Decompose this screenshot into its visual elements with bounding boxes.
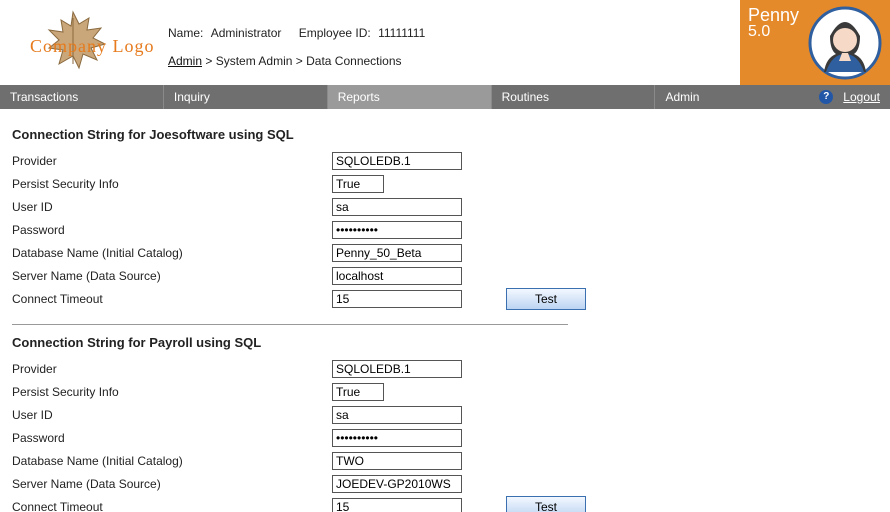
- tab-routines[interactable]: Routines: [492, 85, 656, 109]
- timeout-label: Connect Timeout: [12, 292, 332, 306]
- provider-input[interactable]: [332, 360, 462, 378]
- breadcrumb-sep: >: [205, 54, 212, 68]
- header: Company Logo Name: Administrator Employe…: [0, 0, 890, 85]
- password-label: Password: [12, 223, 332, 237]
- tab-transactions[interactable]: Transactions: [0, 85, 164, 109]
- employee-id-value: 11111111: [378, 26, 425, 40]
- breadcrumb: Admin > System Admin > Data Connections: [168, 54, 439, 68]
- employee-id-label: Employee ID:: [299, 26, 371, 40]
- timeout-label: Connect Timeout: [12, 500, 332, 512]
- name-value: Administrator: [211, 26, 282, 40]
- content: Connection String for Joesoftware using …: [0, 109, 890, 512]
- timeout-input[interactable]: [332, 290, 462, 308]
- server-input[interactable]: [332, 475, 462, 493]
- section-title: Connection String for Joesoftware using …: [12, 127, 878, 142]
- header-info: Name: Administrator Employee ID: 1111111…: [168, 26, 439, 68]
- provider-label: Provider: [12, 362, 332, 376]
- breadcrumb-system-admin: System Admin: [216, 54, 293, 68]
- userid-input[interactable]: [332, 406, 462, 424]
- logout-link[interactable]: Logout: [843, 90, 880, 104]
- userid-input[interactable]: [332, 198, 462, 216]
- breadcrumb-current: Data Connections: [306, 54, 401, 68]
- tab-admin[interactable]: Admin: [655, 85, 819, 109]
- provider-label: Provider: [12, 154, 332, 168]
- name-label: Name:: [168, 26, 203, 40]
- server-label: Server Name (Data Source): [12, 269, 332, 283]
- test-button[interactable]: Test: [506, 496, 586, 512]
- company-logo: Company Logo: [10, 8, 150, 78]
- help-icon[interactable]: ?: [819, 90, 833, 104]
- dbname-label: Database Name (Initial Catalog): [12, 454, 332, 468]
- section-divider: [12, 324, 568, 325]
- psi-input[interactable]: [332, 175, 384, 193]
- dbname-label: Database Name (Initial Catalog): [12, 246, 332, 260]
- server-input[interactable]: [332, 267, 462, 285]
- password-label: Password: [12, 431, 332, 445]
- userid-label: User ID: [12, 200, 332, 214]
- password-input[interactable]: [332, 429, 462, 447]
- psi-label: Persist Security Info: [12, 385, 332, 399]
- connection-section-joesoftware: Connection String for Joesoftware using …: [12, 127, 878, 310]
- avatar-icon: [808, 6, 882, 80]
- test-button[interactable]: Test: [506, 288, 586, 310]
- dbname-input[interactable]: [332, 244, 462, 262]
- breadcrumb-admin[interactable]: Admin: [168, 54, 202, 68]
- userid-label: User ID: [12, 408, 332, 422]
- psi-input[interactable]: [332, 383, 384, 401]
- psi-label: Persist Security Info: [12, 177, 332, 191]
- dbname-input[interactable]: [332, 452, 462, 470]
- server-label: Server Name (Data Source): [12, 477, 332, 491]
- connection-section-payroll: Connection String for Payroll using SQL …: [12, 335, 878, 512]
- brand-panel: Penny 5.0: [740, 0, 890, 85]
- timeout-input[interactable]: [332, 498, 462, 512]
- tab-reports[interactable]: Reports: [328, 85, 492, 109]
- password-input[interactable]: [332, 221, 462, 239]
- breadcrumb-sep: >: [296, 54, 303, 68]
- provider-input[interactable]: [332, 152, 462, 170]
- tab-inquiry[interactable]: Inquiry: [164, 85, 328, 109]
- section-title: Connection String for Payroll using SQL: [12, 335, 878, 350]
- main-nav: Transactions Inquiry Reports Routines Ad…: [0, 85, 890, 109]
- company-logo-text: Company Logo: [30, 36, 155, 57]
